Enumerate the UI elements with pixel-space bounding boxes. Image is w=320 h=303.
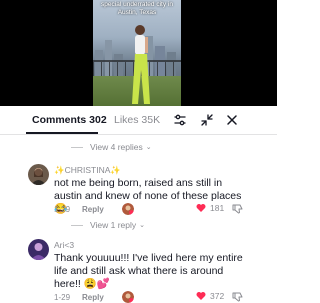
view-replies-button[interactable]: View 1 reply ⌄ bbox=[71, 220, 145, 230]
chevron-down-icon: ⌄ bbox=[139, 222, 146, 229]
person-image bbox=[132, 25, 150, 104]
active-tab-indicator bbox=[26, 132, 98, 134]
divider bbox=[71, 146, 83, 148]
comment-meta: 1-29 Reply bbox=[54, 291, 134, 303]
creator-liked-avatar bbox=[121, 291, 134, 303]
view-replies-button[interactable]: View 4 replies ⌄ bbox=[71, 142, 152, 152]
collapse-icon[interactable] bbox=[200, 113, 214, 127]
sliders-icon[interactable] bbox=[173, 113, 187, 127]
tab-likes[interactable]: Likes 35K bbox=[114, 114, 160, 127]
avatar[interactable] bbox=[28, 164, 49, 185]
comment-date: 1-29 bbox=[54, 292, 71, 302]
comment-meta: 1-29 Reply bbox=[54, 203, 134, 215]
chevron-down-icon: ⌄ bbox=[145, 144, 152, 151]
like-count: 181 bbox=[210, 203, 225, 213]
video-player[interactable]: special underrated city in Austin, Texas bbox=[0, 0, 277, 106]
dislike-icon[interactable] bbox=[232, 203, 243, 214]
creator-liked-avatar bbox=[121, 203, 134, 215]
close-icon[interactable] bbox=[225, 113, 239, 127]
tabs-bar: Comments 302 Likes 35K bbox=[0, 106, 277, 135]
comment-username[interactable]: Ari<3 bbox=[54, 240, 74, 250]
view-replies-label: View 1 reply bbox=[90, 220, 137, 230]
view-replies-label: View 4 replies bbox=[90, 142, 143, 152]
comment-date: 1-29 bbox=[54, 204, 71, 214]
comment-text: Thank youuuu!!! I've lived here my entir… bbox=[54, 252, 243, 290]
reply-button[interactable]: Reply bbox=[82, 293, 104, 302]
dislike-icon[interactable] bbox=[232, 291, 243, 302]
avatar[interactable] bbox=[28, 239, 49, 260]
reply-button[interactable]: Reply bbox=[82, 205, 104, 214]
like-button[interactable]: 181 bbox=[196, 203, 224, 213]
divider bbox=[71, 224, 83, 226]
comments-sheet: Comments 302 Likes 35K View 4 replies ⌄ … bbox=[0, 106, 277, 303]
comment-username[interactable]: ✨CHRISTINA✨ bbox=[54, 165, 121, 176]
tab-comments[interactable]: Comments 302 bbox=[32, 114, 107, 127]
video-caption: special underrated city in Austin, Texas bbox=[101, 1, 173, 16]
heart-icon bbox=[196, 204, 206, 212]
